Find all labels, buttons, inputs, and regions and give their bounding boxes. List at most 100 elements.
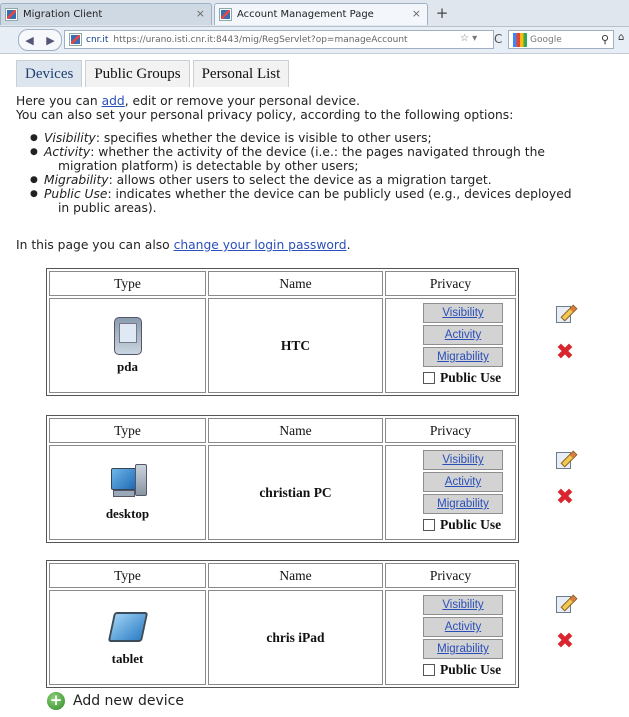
option-term: Migrability: [44, 173, 109, 187]
device-name-label: chris iPad: [266, 629, 325, 645]
device-type-label: desktop: [105, 505, 150, 521]
public-use-checkbox[interactable]: [423, 372, 435, 384]
close-tab-icon[interactable]: ×: [412, 7, 421, 20]
home-icon[interactable]: ⌂: [618, 32, 624, 43]
list-item: Migrability: allows other users to selec…: [30, 173, 629, 187]
new-tab-button[interactable]: +: [432, 4, 452, 24]
activity-button[interactable]: Activity: [423, 617, 503, 637]
activity-button[interactable]: Activity: [423, 472, 503, 492]
device-name-cell: HTC: [208, 298, 383, 393]
back-forward-buttons[interactable]: ◀ ▶: [18, 29, 62, 51]
search-box[interactable]: Google ⚲: [508, 30, 614, 49]
app-tabs: Devices Public Groups Personal List: [16, 60, 292, 87]
url-text[interactable]: https://urano.isti.cnr.it:8443/mig/RegSe…: [113, 35, 407, 45]
public-use-option[interactable]: Public Use: [423, 662, 501, 678]
visibility-button[interactable]: Visibility: [423, 595, 503, 615]
forward-arrow-icon[interactable]: ▶: [46, 34, 54, 47]
edit-icon[interactable]: [554, 593, 578, 613]
option-desc-cont: migration platform) is detectable by oth…: [58, 159, 359, 173]
browser-tab-account-management[interactable]: Account Management Page ×: [214, 3, 428, 25]
visibility-button[interactable]: Visibility: [423, 450, 503, 470]
change-password-pre: In this page you can also: [16, 238, 174, 252]
back-arrow-icon[interactable]: ◀: [25, 34, 33, 47]
public-use-label: Public Use: [440, 517, 502, 532]
browser-tab-title: Account Management Page: [237, 9, 374, 20]
option-desc: : indicates whether the device can be pu…: [107, 187, 572, 201]
device-table: Type Name Privacy desktop christian PC V…: [46, 415, 519, 543]
device-privacy-cell: Visibility Activity Migrability Public U…: [385, 298, 516, 393]
list-item: Public Use: indicates whether the device…: [30, 187, 629, 215]
name-header: Name: [208, 271, 383, 296]
device-type-label: pda: [117, 358, 138, 374]
device-name-label: HTC: [280, 337, 311, 353]
public-use-checkbox[interactable]: [423, 519, 435, 531]
name-header: Name: [208, 563, 383, 588]
option-term: Activity: [44, 145, 91, 159]
option-desc: : allows other users to select the devic…: [108, 173, 492, 187]
browser-tab-migration-client[interactable]: Migration Client ×: [0, 3, 212, 25]
list-item: Activity: whether the activity of the de…: [30, 145, 629, 173]
search-icon[interactable]: ⚲: [601, 33, 609, 46]
activity-button[interactable]: Activity: [423, 325, 503, 345]
close-tab-icon[interactable]: ×: [196, 7, 205, 20]
change-password-link[interactable]: change your login password: [174, 238, 347, 252]
public-use-option[interactable]: Public Use: [423, 370, 501, 386]
privacy-header: Privacy: [385, 271, 516, 296]
search-engine-label: Google: [530, 34, 562, 45]
intro-text: Here you can add, edit or remove your pe…: [16, 94, 629, 122]
add-new-device-label: Add new device: [73, 693, 184, 709]
migrability-button[interactable]: Migrability: [423, 494, 503, 514]
device-privacy-cell: Visibility Activity Migrability Public U…: [385, 590, 516, 685]
device-type-cell: pda: [49, 298, 206, 393]
public-use-option[interactable]: Public Use: [423, 517, 501, 533]
migrability-button[interactable]: Migrability: [423, 639, 503, 659]
public-use-label: Public Use: [440, 662, 502, 677]
type-header: Type: [49, 563, 206, 588]
change-password-post: .: [346, 238, 351, 252]
intro-line1-pre: Here you can: [16, 94, 102, 108]
change-password-text: In this page you can also change your lo…: [16, 238, 350, 252]
device-type-label: tablet: [111, 650, 144, 666]
bookmark-star-icon[interactable]: ☆ ▾: [460, 33, 477, 44]
migrability-button[interactable]: Migrability: [423, 347, 503, 367]
add-new-device-button[interactable]: + Add new device: [47, 692, 184, 710]
tablet-icon: [107, 609, 148, 645]
delete-icon[interactable]: ✖: [554, 631, 576, 653]
delete-icon[interactable]: ✖: [554, 487, 576, 509]
public-use-checkbox[interactable]: [423, 664, 435, 676]
list-item: Visibility: specifies whether the device…: [30, 131, 629, 145]
delete-icon[interactable]: ✖: [554, 342, 576, 364]
device-table: Type Name Privacy pda HTC Visibility Act…: [46, 268, 519, 396]
browser-tab-bar: Migration Client × Account Management Pa…: [0, 0, 629, 27]
type-header: Type: [49, 271, 206, 296]
privacy-options-list: Visibility: specifies whether the device…: [30, 131, 629, 215]
site-favicon-icon: [69, 33, 82, 46]
option-desc-cont: in public areas).: [58, 201, 157, 215]
address-bar[interactable]: cnr.it https://urano.isti.cnr.it:8443/mi…: [64, 30, 494, 49]
edit-icon[interactable]: [554, 303, 578, 323]
browser-tab-title: Migration Client: [23, 9, 103, 20]
tab-public-groups[interactable]: Public Groups: [85, 60, 190, 87]
tab-personal-list[interactable]: Personal List: [192, 60, 290, 87]
reload-icon[interactable]: C: [494, 32, 502, 46]
add-link[interactable]: add: [102, 94, 125, 108]
device-table: Type Name Privacy tablet chris iPad Visi…: [46, 560, 519, 688]
option-term: Visibility: [44, 131, 96, 145]
tab-devices[interactable]: Devices: [16, 60, 83, 87]
device-name-cell: christian PC: [208, 445, 383, 540]
pda-icon: [111, 316, 145, 355]
visibility-button[interactable]: Visibility: [423, 303, 503, 323]
intro-line1-post: , edit or remove your personal device.: [124, 94, 361, 108]
intro-line2: You can also set your personal privacy p…: [16, 108, 514, 122]
device-type-cell: tablet: [49, 590, 206, 685]
name-header: Name: [208, 418, 383, 443]
edit-icon[interactable]: [554, 449, 578, 469]
device-name-label: christian PC: [259, 484, 332, 500]
option-desc: : specifies whether the device is visibl…: [95, 131, 432, 145]
public-use-label: Public Use: [440, 370, 502, 385]
privacy-header: Privacy: [385, 418, 516, 443]
add-plus-icon: +: [47, 692, 65, 710]
device-privacy-cell: Visibility Activity Migrability Public U…: [385, 445, 516, 540]
site-favicon-icon: [219, 8, 232, 21]
desktop-icon: [110, 463, 147, 500]
